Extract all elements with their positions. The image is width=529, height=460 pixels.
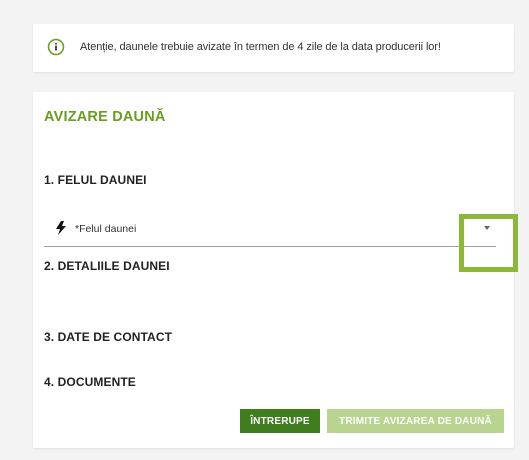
damage-type-select[interactable]: *Felul daunei <box>44 218 496 252</box>
section-damage-details[interactable]: 2. DETALIILE DAUNEI <box>44 259 170 273</box>
damage-type-placeholder: *Felul daunei <box>75 223 137 235</box>
notice-text: Atenție, daunele trebuie avizate în term… <box>80 41 441 53</box>
interrupt-button[interactable]: ÎNTRERUPE <box>240 409 320 433</box>
field-underline <box>44 246 496 247</box>
form-title: AVIZARE DAUNĂ <box>44 109 166 125</box>
section-documents[interactable]: 4. DOCUMENTE <box>44 375 136 389</box>
section-damage-type[interactable]: 1. FELUL DAUNEI <box>44 173 147 187</box>
info-circle-icon <box>47 38 65 56</box>
notice-banner: Atenție, daunele trebuie avizate în term… <box>33 24 514 72</box>
lightning-bolt-icon <box>56 221 66 235</box>
dropdown-highlight-box <box>459 214 518 272</box>
claim-form-card: AVIZARE DAUNĂ 1. FELUL DAUNEI *Felul dau… <box>33 92 514 448</box>
submit-claim-button[interactable]: TRIMITE AVIZAREA DE DAUNĂ <box>327 409 504 433</box>
section-contact-details[interactable]: 3. DATE DE CONTACT <box>44 330 172 344</box>
